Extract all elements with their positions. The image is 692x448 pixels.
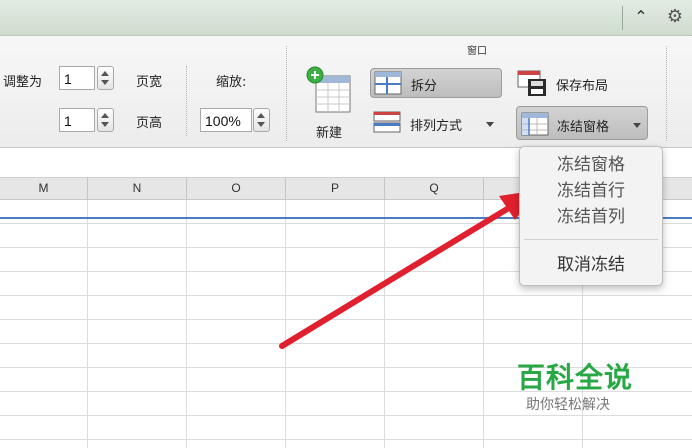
menu-item-unfreeze[interactable]: 取消冻结 — [520, 253, 662, 277]
menu-separator — [524, 239, 658, 240]
freeze-panes-menu: 冻结窗格 冻结首行 冻结首列 取消冻结 — [519, 146, 663, 286]
menu-item-freeze-top-row[interactable]: 冻结首行 — [520, 179, 662, 203]
menu-item-freeze-first-column[interactable]: 冻结首列 — [520, 205, 662, 229]
menu-item-freeze-panes[interactable]: 冻结窗格 — [520, 153, 662, 177]
watermark-title: 百科全说 — [517, 361, 634, 394]
watermark-subtitle: 助你轻松解决 — [526, 397, 610, 413]
